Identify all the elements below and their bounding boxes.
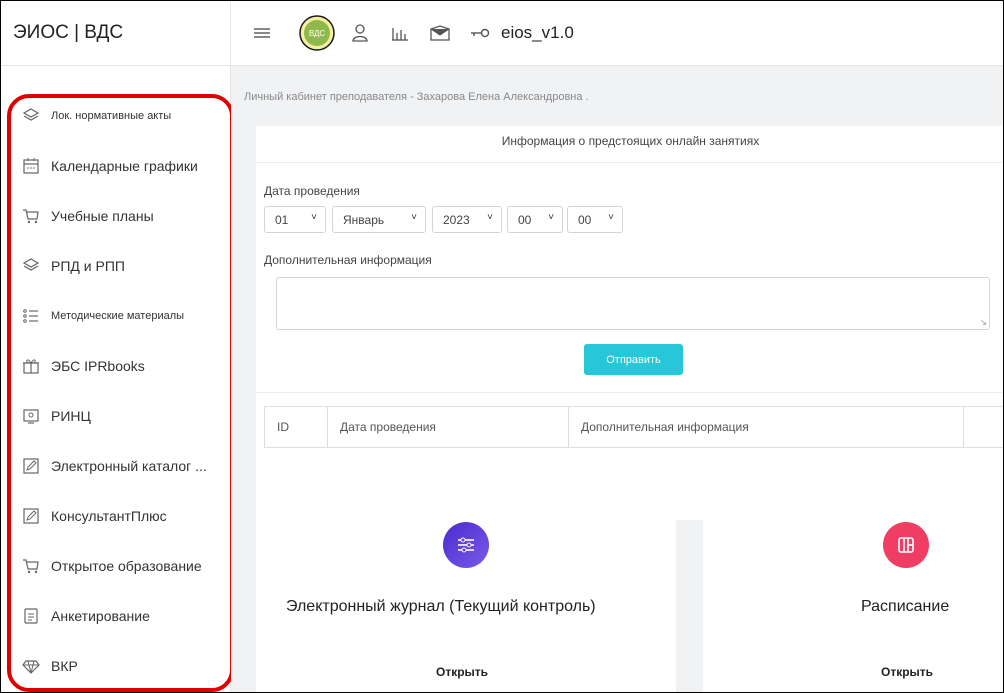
sidebar-item-label: Электронный каталог ... <box>51 458 207 474</box>
stats-icon[interactable] <box>389 25 411 41</box>
card-title: Информация о предстоящих онлайн занятиях <box>501 134 760 148</box>
column-header-date[interactable]: Дата проведения <box>328 407 569 447</box>
user-icon[interactable] <box>349 23 371 43</box>
column-header-actions <box>964 407 1003 447</box>
divider <box>256 392 1003 393</box>
mail-icon[interactable] <box>429 25 451 41</box>
day-select[interactable]: 01 ˅ <box>264 206 326 233</box>
divider <box>256 162 1003 163</box>
sidebar-item-label: ЭБС IPRbooks <box>51 358 145 374</box>
sidebar-item-calendar[interactable]: Календарные графики <box>1 141 230 191</box>
minute-select[interactable]: 00 ˅ <box>567 206 623 233</box>
sidebar-item-label: ВКР <box>51 658 78 674</box>
tile-schedule: Расписание Открыть <box>703 466 1003 692</box>
minute-value: 00 <box>578 212 592 227</box>
sidebar-item-iprbooks[interactable]: ЭБС IPRbooks <box>1 341 230 391</box>
calendar-icon <box>21 156 41 176</box>
top-bar: ВДС eios_v1.0 <box>231 1 1003 66</box>
cart-icon <box>21 206 41 226</box>
sidebar-item-label: КонсультантПлюс <box>51 508 167 524</box>
tile-title: Электронный журнал (Текущий контроль) <box>286 598 596 615</box>
sidebar-item-survey[interactable]: Анкетирование <box>1 591 230 641</box>
column-header-info[interactable]: Дополнительная информация <box>569 407 964 447</box>
sliders-icon <box>443 522 489 568</box>
document-icon <box>21 606 41 626</box>
edit-icon <box>21 456 41 476</box>
sidebar-item-vkr[interactable]: ВКР <box>1 641 230 691</box>
sidebar-item-rpd[interactable]: РПД и РПП <box>1 241 230 291</box>
extra-info-textarea[interactable]: ↘ <box>276 277 990 330</box>
sidebar-item-local-acts[interactable]: Лок. нормативные акты <box>1 91 230 141</box>
chevron-down-icon: ˅ <box>608 212 614 223</box>
year-select[interactable]: 2023 ˅ <box>432 206 502 233</box>
chevron-down-icon: ˅ <box>487 212 493 223</box>
resize-handle-icon[interactable]: ↘ <box>979 317 987 328</box>
chevron-down-icon: ˅ <box>311 212 317 223</box>
gift-icon <box>21 356 41 376</box>
sidebar-item-label: Календарные графики <box>51 158 198 174</box>
app-window: ЭИОС | ВДС Лок. нормативные акты Календа… <box>0 0 1004 693</box>
date-label: Дата проведения <box>264 184 360 198</box>
hour-value: 00 <box>518 212 532 227</box>
chevron-down-icon: ˅ <box>411 212 417 223</box>
chevron-down-icon: ˅ <box>548 212 554 223</box>
sidebar-item-label: Учебные планы <box>51 208 154 224</box>
sidebar-item-open-education[interactable]: Открытое образование <box>1 541 230 591</box>
table-header-row: ID Дата проведения Дополнительная информ… <box>264 406 1003 448</box>
sidebar-item-label: РИНЦ <box>51 408 91 424</box>
layers-icon <box>21 256 41 276</box>
brand-title[interactable]: ЭИОС | ВДС <box>1 1 230 66</box>
month-value: Январь <box>343 212 385 227</box>
hour-select[interactable]: 00 ˅ <box>507 206 563 233</box>
sidebar: ЭИОС | ВДС Лок. нормативные акты Календа… <box>1 1 234 692</box>
column-header-id[interactable]: ID <box>265 407 328 447</box>
open-journal-link[interactable]: Открыть <box>436 665 488 679</box>
sidebar-item-rinc[interactable]: РИНЦ <box>1 391 230 441</box>
sidebar-item-consultant[interactable]: КонсультантПлюс <box>1 491 230 541</box>
sidebar-item-label: Методические материалы <box>51 310 185 322</box>
sidebar-item-label: Открытое образование <box>51 558 202 574</box>
key-icon[interactable] <box>469 27 491 39</box>
day-value: 01 <box>275 212 289 227</box>
sidebar-item-label: Лок. нормативные акты <box>51 110 172 122</box>
sidebar-item-label: РПД и РПП <box>51 258 125 274</box>
tile-journal: Электронный журнал (Текущий контроль) От… <box>256 466 676 692</box>
submit-button[interactable]: Отправить <box>584 344 683 375</box>
sidebar-item-catalog[interactable]: Электронный каталог ... <box>1 441 230 491</box>
columns-icon <box>883 522 929 568</box>
cart-icon <box>21 556 41 576</box>
month-select[interactable]: Январь ˅ <box>332 206 426 233</box>
diamond-icon <box>21 656 41 676</box>
sidebar-item-curricula[interactable]: Учебные планы <box>1 191 230 241</box>
online-classes-card: Информация о предстоящих онлайн занятиях… <box>256 126 1003 520</box>
screen-icon <box>21 406 41 426</box>
layers-icon <box>21 106 41 126</box>
tile-title: Расписание <box>861 598 950 615</box>
main-content: Личный кабинет преподавателя - Захарова … <box>231 66 1003 692</box>
year-value: 2023 <box>443 212 470 227</box>
list-icon <box>21 306 41 326</box>
extra-info-label: Дополнительная информация <box>264 253 432 267</box>
sidebar-item-methodical[interactable]: Методические материалы <box>1 291 230 341</box>
university-logo[interactable]: ВДС <box>299 15 335 51</box>
app-title: eios_v1.0 <box>501 23 574 42</box>
edit-icon <box>21 506 41 526</box>
sidebar-item-label: Анкетирование <box>51 608 150 624</box>
logo-text: ВДС <box>309 29 326 38</box>
open-schedule-link[interactable]: Открыть <box>881 665 933 679</box>
menu-icon[interactable] <box>251 26 273 40</box>
breadcrumb: Личный кабинет преподавателя - Захарова … <box>244 91 589 103</box>
